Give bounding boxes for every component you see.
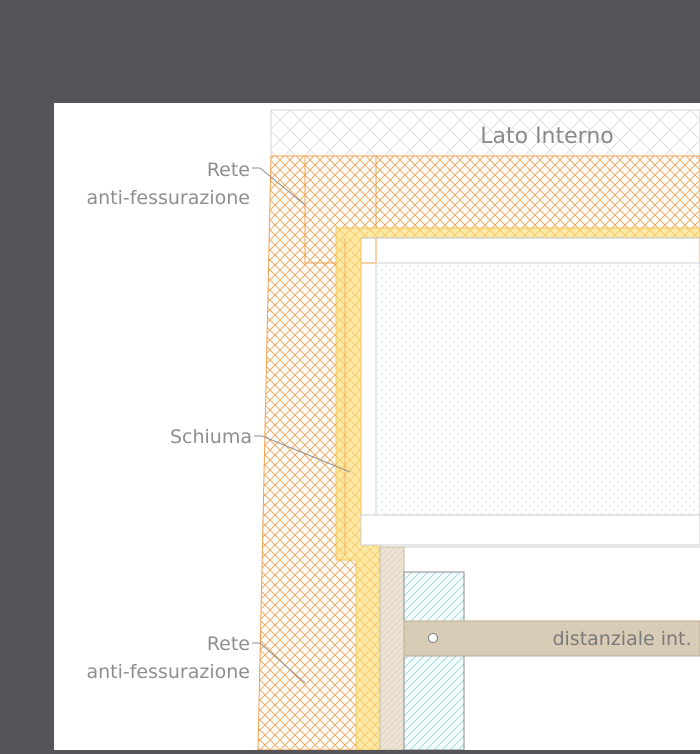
insulation-panel: [375, 262, 700, 516]
label-rete-bottom-line1: Rete: [207, 633, 250, 655]
spacer-label: distanziale int.: [552, 628, 691, 650]
diagram-stage: Lato Interno distanziale int. Rete anti-…: [0, 0, 700, 751]
label-rete-top-line1: Rete: [207, 159, 250, 181]
label-rete-bottom-line2: anti-fessurazione: [86, 661, 250, 683]
label-schiuma: Schiuma: [170, 426, 252, 448]
gasket-strip: [379, 546, 405, 751]
frame-sill: [360, 514, 700, 546]
window-frame-section-drawing: Lato Interno distanziale int. Rete anti-…: [54, 103, 700, 751]
spacer-screw-icon: [428, 633, 438, 643]
interior-side-label: Lato Interno: [480, 124, 613, 149]
glass-panel: [403, 571, 465, 751]
label-rete-top-line2: anti-fessurazione: [86, 187, 250, 209]
